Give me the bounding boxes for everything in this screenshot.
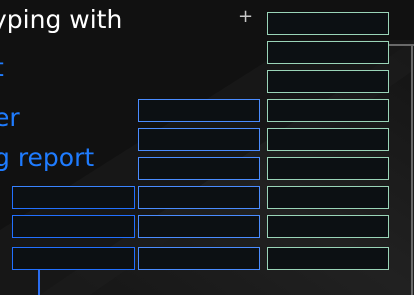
- green-cell-2[interactable]: [267, 41, 389, 64]
- blue-middle-cell-2[interactable]: [138, 128, 260, 151]
- green-cell-3[interactable]: [267, 70, 389, 93]
- side-bracket-vertical: [411, 44, 413, 295]
- blue-middle-cell-1[interactable]: [138, 99, 260, 122]
- blue-left-cell-2[interactable]: [12, 215, 135, 238]
- blue-left-cell-1[interactable]: [12, 186, 135, 209]
- blue-middle-cell-4[interactable]: [138, 186, 260, 209]
- blue-middle-cell-5[interactable]: [138, 215, 260, 238]
- green-cell-1[interactable]: [267, 12, 389, 35]
- headline-line-3: er: [0, 103, 20, 132]
- green-cell-7[interactable]: [267, 186, 389, 209]
- connector-line: [38, 270, 40, 295]
- green-cell-8[interactable]: [267, 215, 389, 238]
- add-icon[interactable]: +: [238, 8, 253, 26]
- blue-middle-cell-6[interactable]: [138, 247, 260, 270]
- blue-left-cell-3[interactable]: [12, 247, 135, 270]
- green-cell-9[interactable]: [267, 247, 389, 270]
- blue-middle-cell-3[interactable]: [138, 157, 260, 180]
- green-cell-6[interactable]: [267, 157, 389, 180]
- green-cell-4[interactable]: [267, 99, 389, 122]
- headline-line-1: ypin​g with: [0, 5, 123, 34]
- headline-line-4: g report: [0, 143, 95, 172]
- headline-line-2: t: [0, 53, 4, 83]
- green-cell-5[interactable]: [267, 128, 389, 151]
